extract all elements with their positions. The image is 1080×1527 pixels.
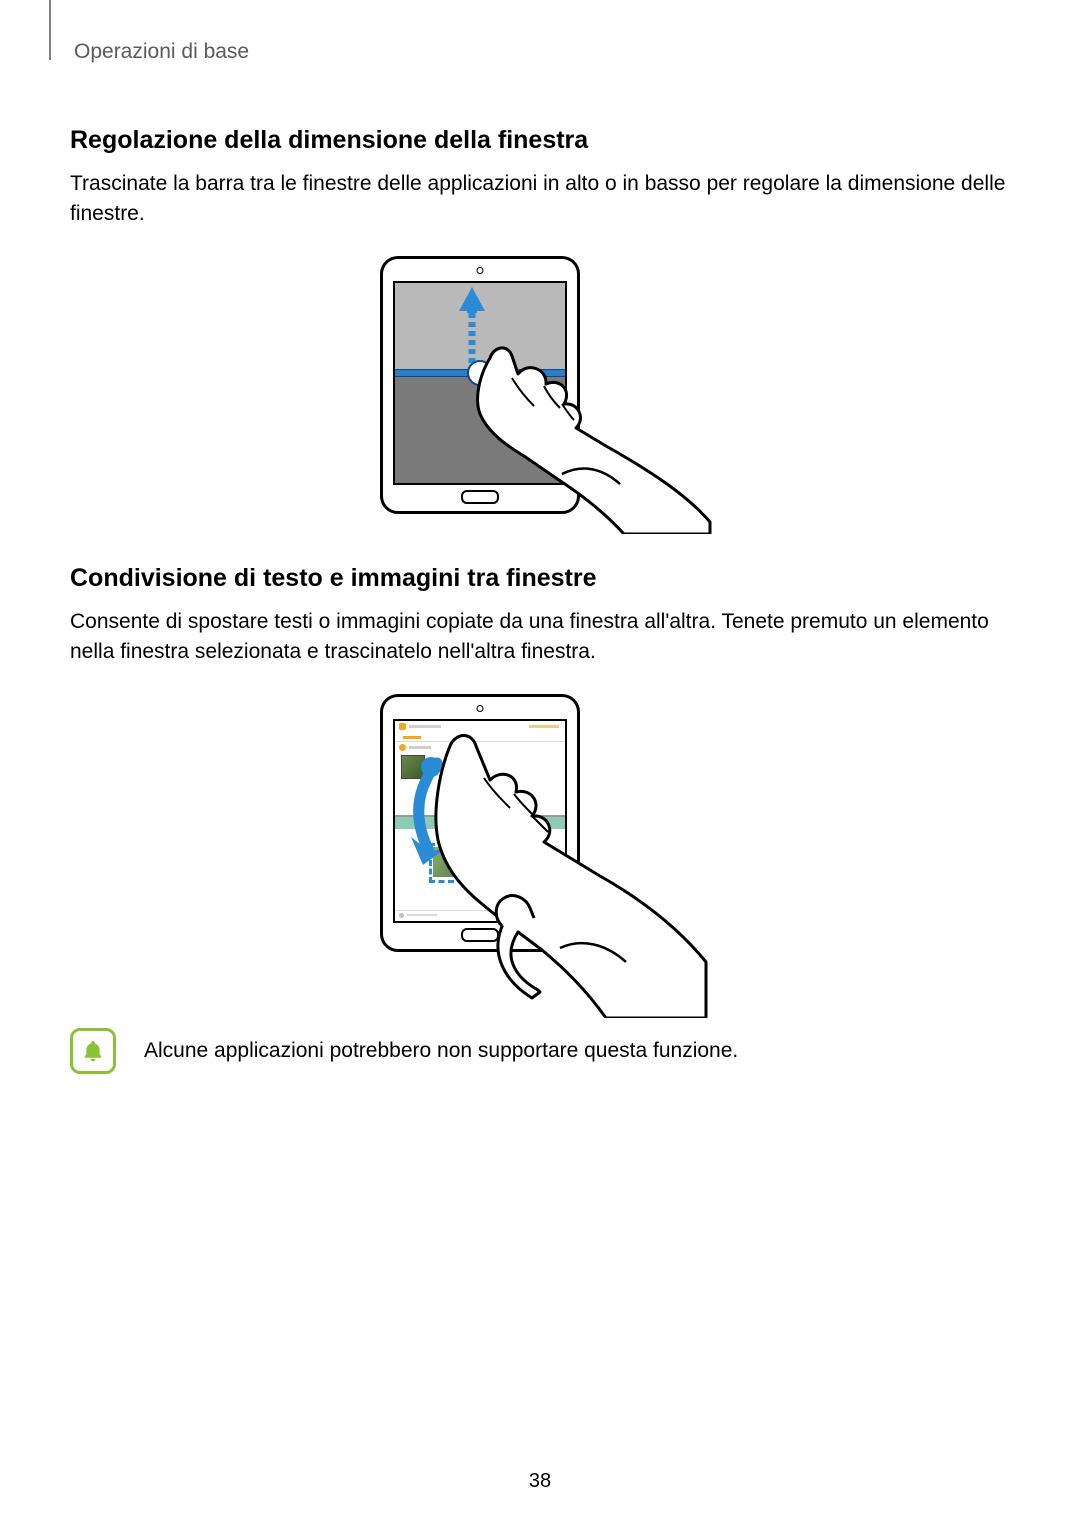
section-body-share: Consente di spostare testi o immagini co… — [70, 607, 1010, 668]
text-placeholder — [409, 746, 431, 749]
section-title-resize: Regolazione della dimensione della fines… — [70, 126, 1010, 155]
document-page: Operazioni di base Regolazione della dim… — [0, 0, 1080, 1527]
tablet-screen — [393, 719, 567, 923]
split-handle — [467, 360, 493, 386]
figure-share-content — [70, 694, 1010, 1004]
drag-curve-arrow-icon — [401, 757, 481, 877]
breadcrumb: Operazioni di base — [74, 40, 1010, 64]
tab-bar — [395, 733, 565, 742]
active-tab-indicator — [403, 736, 421, 739]
app-header — [395, 721, 565, 733]
header-rule — [49, 0, 51, 60]
home-button-icon — [461, 490, 499, 504]
section-title-share: Condivisione di testo e immagini tra fin… — [70, 564, 1010, 593]
figure-resize-window — [70, 256, 1010, 522]
note-block: Alcune applicazioni potrebbero non suppo… — [70, 1028, 1010, 1074]
app-icon — [399, 723, 406, 730]
footer-text-placeholder — [407, 914, 437, 916]
note-bell-icon — [70, 1028, 116, 1074]
camera-icon — [477, 267, 484, 274]
footer-icon — [399, 913, 404, 918]
list-row — [395, 743, 565, 753]
bottom-pane — [395, 373, 565, 483]
avatar-icon — [399, 744, 406, 751]
tablet-device-illustration — [380, 256, 580, 514]
tablet-screen — [393, 281, 567, 485]
app-footer — [395, 910, 565, 921]
tablet-device-illustration — [380, 694, 580, 952]
note-text: Alcune applicazioni potrebbero non suppo… — [144, 1039, 738, 1063]
home-button-icon — [461, 928, 499, 942]
header-actions — [529, 725, 559, 728]
section-body-resize: Trascinate la barra tra le finestre dell… — [70, 169, 1010, 230]
title-placeholder — [409, 725, 441, 728]
page-number: 38 — [0, 1470, 1080, 1493]
camera-icon — [477, 705, 484, 712]
